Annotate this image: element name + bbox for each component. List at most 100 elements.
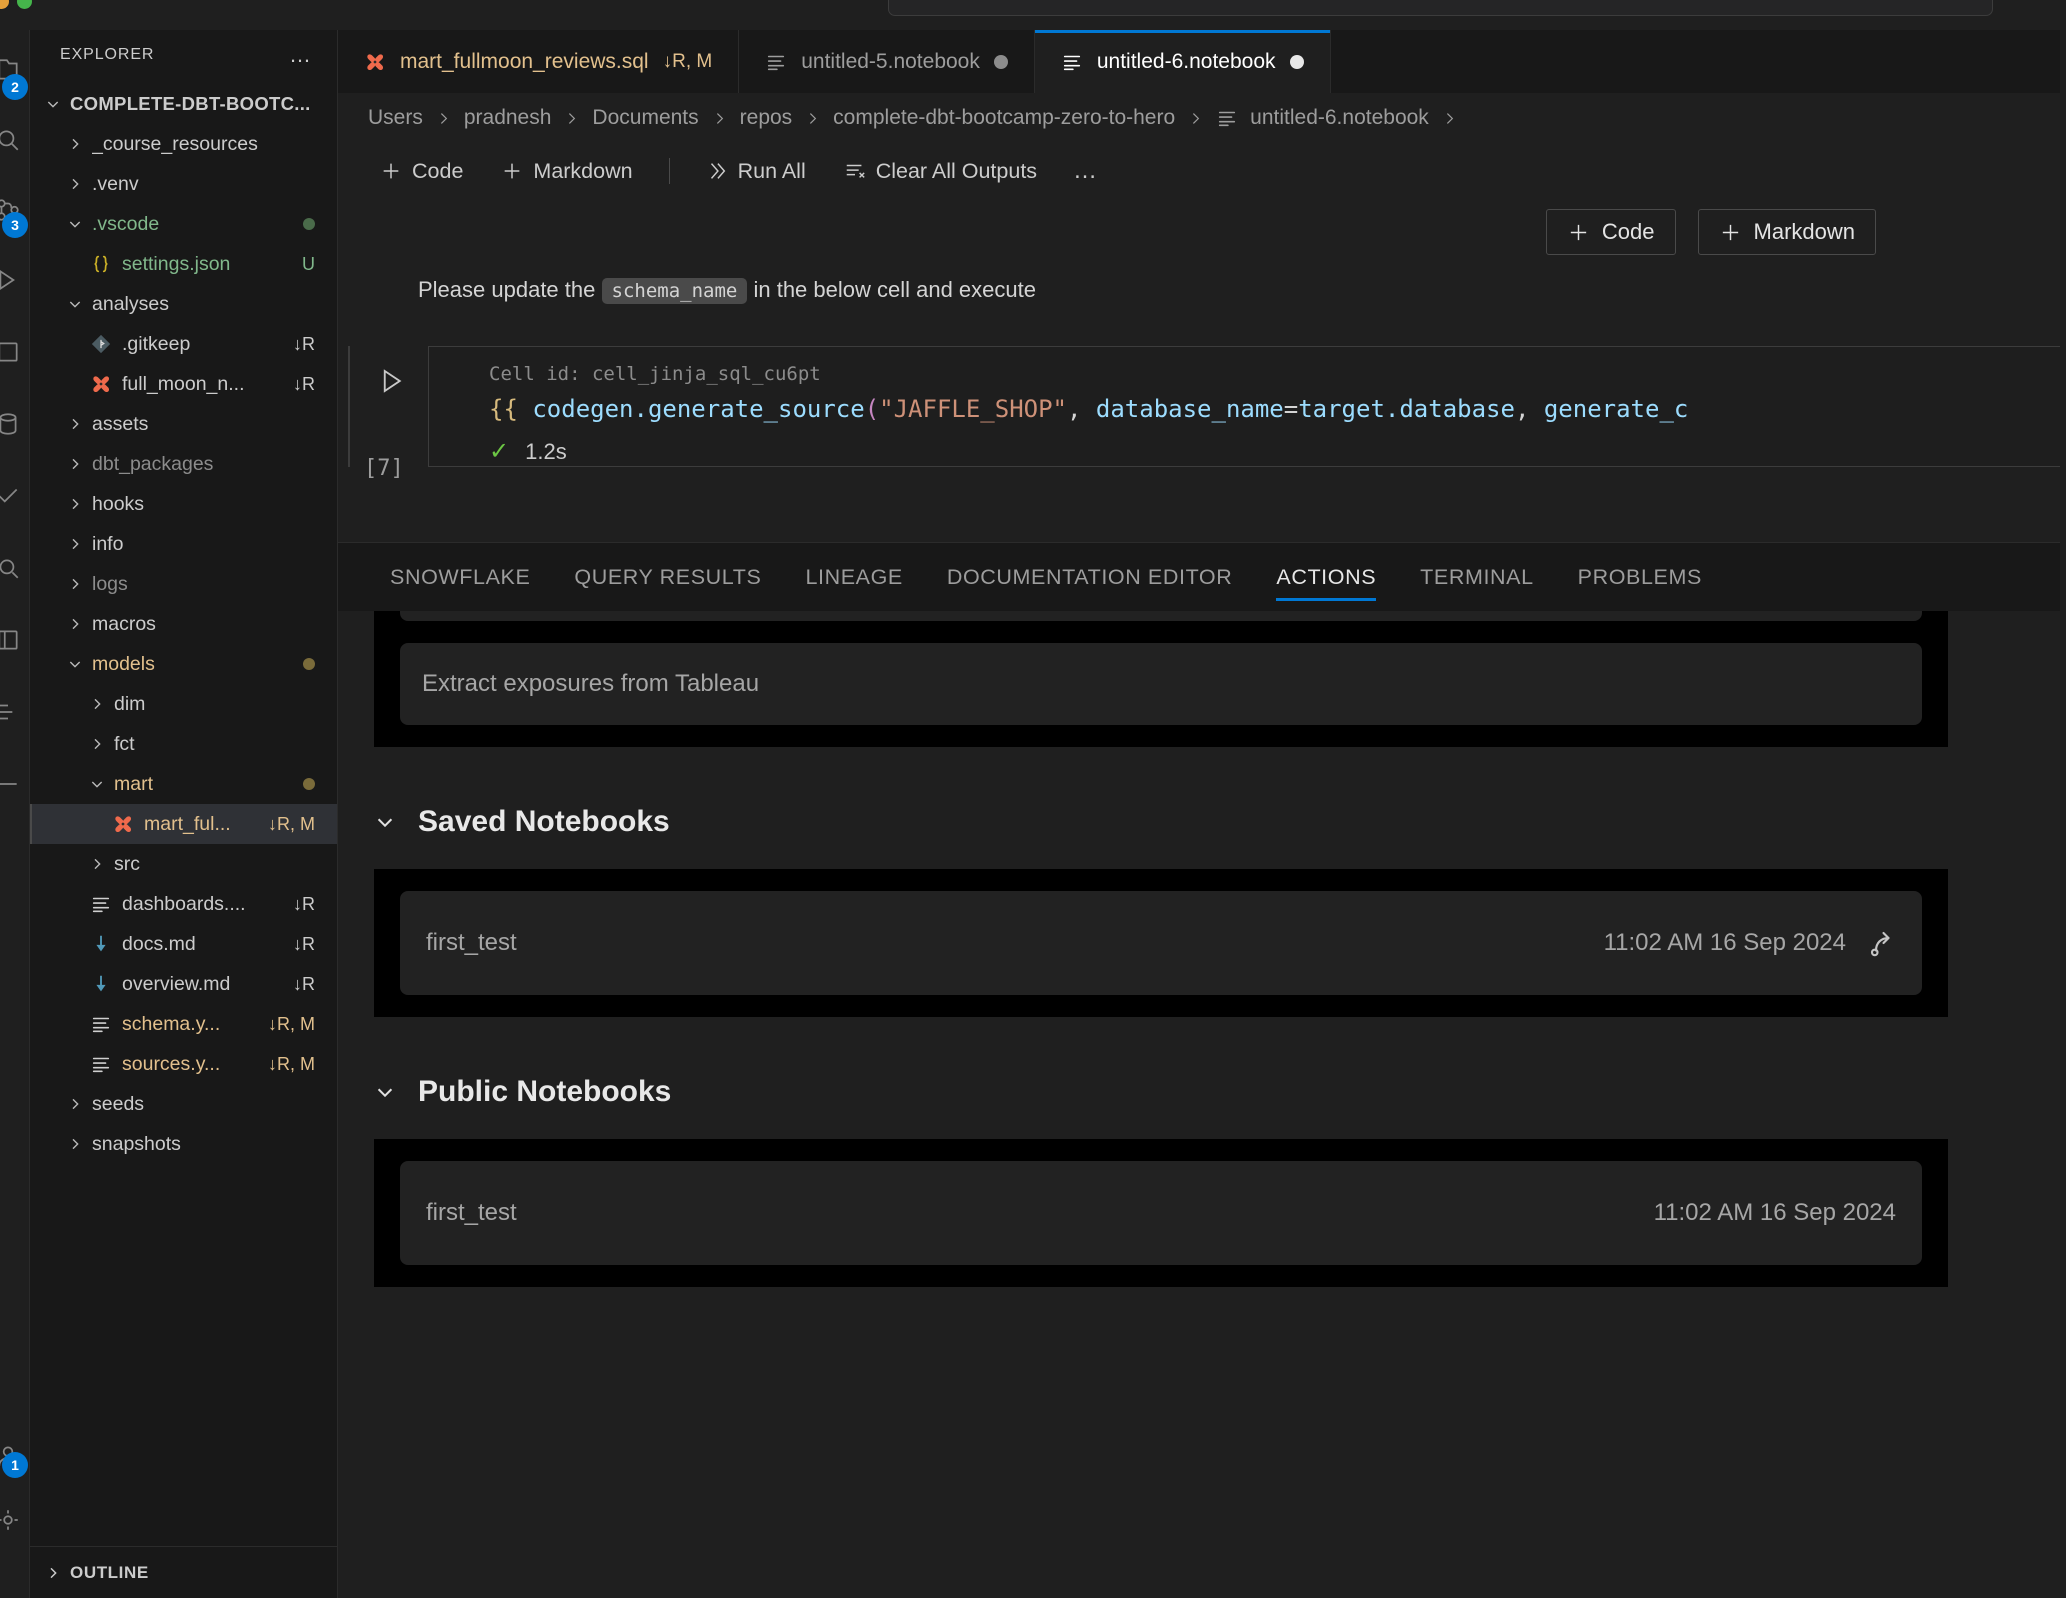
tree-item-dbt-packages[interactable]: dbt_packages — [30, 444, 337, 484]
tree-item-assets[interactable]: assets — [30, 404, 337, 444]
tree-item-overview-md[interactable]: overview.md ↓R — [30, 964, 337, 1004]
tree-item-label: src — [114, 852, 140, 875]
breadcrumb-item[interactable]: Users — [368, 106, 423, 130]
tree-item-complete-dbt-bootc[interactable]: COMPLETE-DBT-BOOTC... — [30, 84, 337, 124]
run-all-button[interactable]: Run All — [690, 153, 822, 190]
outline-section[interactable]: OUTLINE — [30, 1546, 337, 1598]
maximize-window-button[interactable] — [17, 0, 32, 9]
breadcrumb-item[interactable]: pradnesh — [464, 106, 552, 130]
command-center-search[interactable] — [888, 0, 1993, 16]
tree-item-venv[interactable]: .venv — [30, 164, 337, 204]
inline-add-cell-row[interactable]: Code Markdown — [338, 199, 2066, 255]
code-cell[interactable]: [7] Cell id: cell_jinja_sql_cu6pt {{ cod… — [338, 346, 2066, 481]
editor-tab-mart-fullmoon-reviews-sql[interactable]: mart_fullmoon_reviews.sql ↓R, M — [338, 30, 740, 93]
panel-tab-problems[interactable]: PROBLEMS — [1556, 543, 1724, 611]
public-notebooks-header[interactable]: Public Notebooks — [374, 1075, 2066, 1109]
tree-item-sources-y[interactable]: sources.y... ↓R, M — [30, 1044, 337, 1084]
saved-notebooks-header[interactable]: Saved Notebooks — [374, 805, 2066, 839]
run-all-label: Run All — [737, 158, 806, 183]
panel-tab-actions[interactable]: ACTIONS — [1254, 543, 1398, 611]
panel-tab-terminal[interactable]: TERMINAL — [1398, 543, 1556, 611]
breadcrumb-item[interactable]: complete-dbt-bootcamp-zero-to-hero — [833, 106, 1175, 130]
notebook-list-item[interactable]: first_test 11:02 AM 16 Sep 2024 — [400, 1161, 1922, 1265]
code-token: = — [1283, 395, 1299, 423]
panel-tab-query-results[interactable]: QUERY RESULTS — [552, 543, 783, 611]
cell-source-code[interactable]: {{ codegen.generate_source("JAFFLE_SHOP"… — [489, 395, 2065, 423]
tree-item-label: mart_ful... — [144, 812, 231, 835]
tree-item-seeds[interactable]: seeds — [30, 1084, 337, 1124]
panel-tab-snowflake[interactable]: SNOWFLAKE — [368, 543, 552, 611]
breadcrumb[interactable]: Users pradnesh Documents repos complete-dbt-… — [338, 93, 2066, 143]
tree-item-label: snapshots — [92, 1132, 181, 1155]
tree-item-fct[interactable]: fct — [30, 724, 337, 764]
clear-all-outputs-button[interactable]: Clear All Outputs — [828, 153, 1053, 190]
editor-tab-dirty-indicator[interactable] — [993, 54, 1008, 69]
notebook-list-item[interactable]: first_test 11:02 AM 16 Sep 2024 — [400, 891, 1922, 995]
panel-tab-documentation-editor[interactable]: DOCUMENTATION EDITOR — [925, 543, 1255, 611]
breadcrumb-item[interactable]: untitled-6.notebook — [1216, 106, 1429, 130]
tree-item-src[interactable]: src — [30, 844, 337, 884]
tree-item-docs-md[interactable]: docs.md ↓R — [30, 924, 337, 964]
tree-item-label: COMPLETE-DBT-BOOTC... — [70, 93, 311, 114]
panel-tab-bar[interactable]: SNOWFLAKE QUERY RESULTS LINEAGE DOCUMENTATI… — [338, 543, 2066, 611]
tree-item-label: dashboards.... — [122, 892, 246, 915]
minimize-window-button[interactable] — [0, 0, 9, 9]
tree-item-settings-json[interactable]: settings.json U — [30, 244, 337, 284]
activity-notebook-icon[interactable] — [0, 618, 30, 662]
notebook-scroll-area: Code Markdown Please update the schema_n… — [338, 199, 2066, 542]
code-cell-editor[interactable]: Cell id: cell_jinja_sql_cu6pt {{ codegen… — [428, 346, 2066, 467]
file-tree[interactable]: COMPLETE-DBT-BOOTC... _course_resources .v… — [30, 80, 337, 1546]
extract-exposures-label: Extract exposures from Tableau — [422, 670, 760, 697]
tree-item-snapshots[interactable]: snapshots — [30, 1124, 337, 1164]
chevron-right-icon — [64, 1093, 86, 1115]
tree-item-status-dot — [303, 778, 315, 790]
activity-extensions-icon[interactable] — [0, 330, 30, 374]
inline-add-code-button[interactable]: Code — [1545, 209, 1676, 255]
tree-item-course-resources[interactable]: _course_resources — [30, 124, 337, 164]
share-notebook-icon[interactable] — [1866, 928, 1896, 958]
tree-item-vscode[interactable]: .vscode — [30, 204, 337, 244]
markdown-cell[interactable]: Please update the schema_name in the bel… — [338, 255, 2066, 304]
cell-execution-status: ✓ 1.2s — [489, 437, 2065, 466]
tree-item-hooks[interactable]: hooks — [30, 484, 337, 524]
notebook-toolbar[interactable]: Code Markdown Run All Clear All Outputs … — [338, 143, 2066, 199]
tree-item-dashboards[interactable]: dashboards.... ↓R — [30, 884, 337, 924]
tree-item-mart-ful[interactable]: mart_ful... ↓R, M — [30, 804, 337, 844]
editor-tab-dirty-indicator[interactable] — [1289, 54, 1304, 69]
tree-item-macros[interactable]: macros — [30, 604, 337, 644]
activity-bar[interactable]: 2 3 1 — [0, 30, 30, 1598]
breadcrumb-item[interactable]: Documents — [592, 106, 698, 130]
tree-item-info[interactable]: info — [30, 524, 337, 564]
editor-tab-bar[interactable]: mart_fullmoon_reviews.sql ↓R, M untitled-5… — [338, 30, 2066, 93]
activity-search-alt-icon[interactable] — [0, 546, 30, 590]
activity-search-icon[interactable] — [0, 118, 30, 162]
tree-item-mart[interactable]: mart — [30, 764, 337, 804]
run-cell-button[interactable] — [376, 366, 406, 401]
tree-item-logs[interactable]: logs — [30, 564, 337, 604]
editor-tab-untitled-5-notebook[interactable]: untitled-5.notebook — [739, 30, 1035, 93]
tree-item-gitkeep[interactable]: .gitkeep ↓R — [30, 324, 337, 364]
extract-exposures-field[interactable]: Extract exposures from Tableau — [400, 643, 1922, 725]
inline-add-markdown-button[interactable]: Markdown — [1697, 209, 1876, 255]
explorer-header: EXPLORER … — [30, 30, 337, 80]
tree-item-full-moon-n[interactable]: full_moon_n... ↓R — [30, 364, 337, 404]
notebook-more-actions-icon[interactable]: … — [1059, 159, 1113, 183]
panel-tab-lineage[interactable]: LINEAGE — [783, 543, 924, 611]
activity-settings-gear-icon[interactable] — [0, 1498, 30, 1542]
explorer-more-actions-icon[interactable]: … — [289, 44, 313, 66]
window-traffic-lights[interactable] — [0, 0, 32, 9]
tree-item-dim[interactable]: dim — [30, 684, 337, 724]
tree-item-models[interactable]: models — [30, 644, 337, 684]
activity-lineage-icon[interactable] — [0, 690, 30, 734]
previous-action-field[interactable] — [400, 611, 1922, 621]
activity-database-icon[interactable] — [0, 402, 30, 446]
add-code-cell-button[interactable]: Code — [364, 153, 479, 190]
activity-testing-icon[interactable] — [0, 474, 30, 518]
add-markdown-cell-button[interactable]: Markdown — [485, 153, 648, 190]
activity-remote-icon[interactable] — [0, 762, 30, 806]
breadcrumb-item[interactable]: repos — [740, 106, 793, 130]
editor-tab-untitled-6-notebook[interactable]: untitled-6.notebook — [1034, 30, 1331, 93]
activity-run-debug-icon[interactable] — [0, 258, 30, 302]
tree-item-analyses[interactable]: analyses — [30, 284, 337, 324]
tree-item-schema-y[interactable]: schema.y... ↓R, M — [30, 1004, 337, 1044]
